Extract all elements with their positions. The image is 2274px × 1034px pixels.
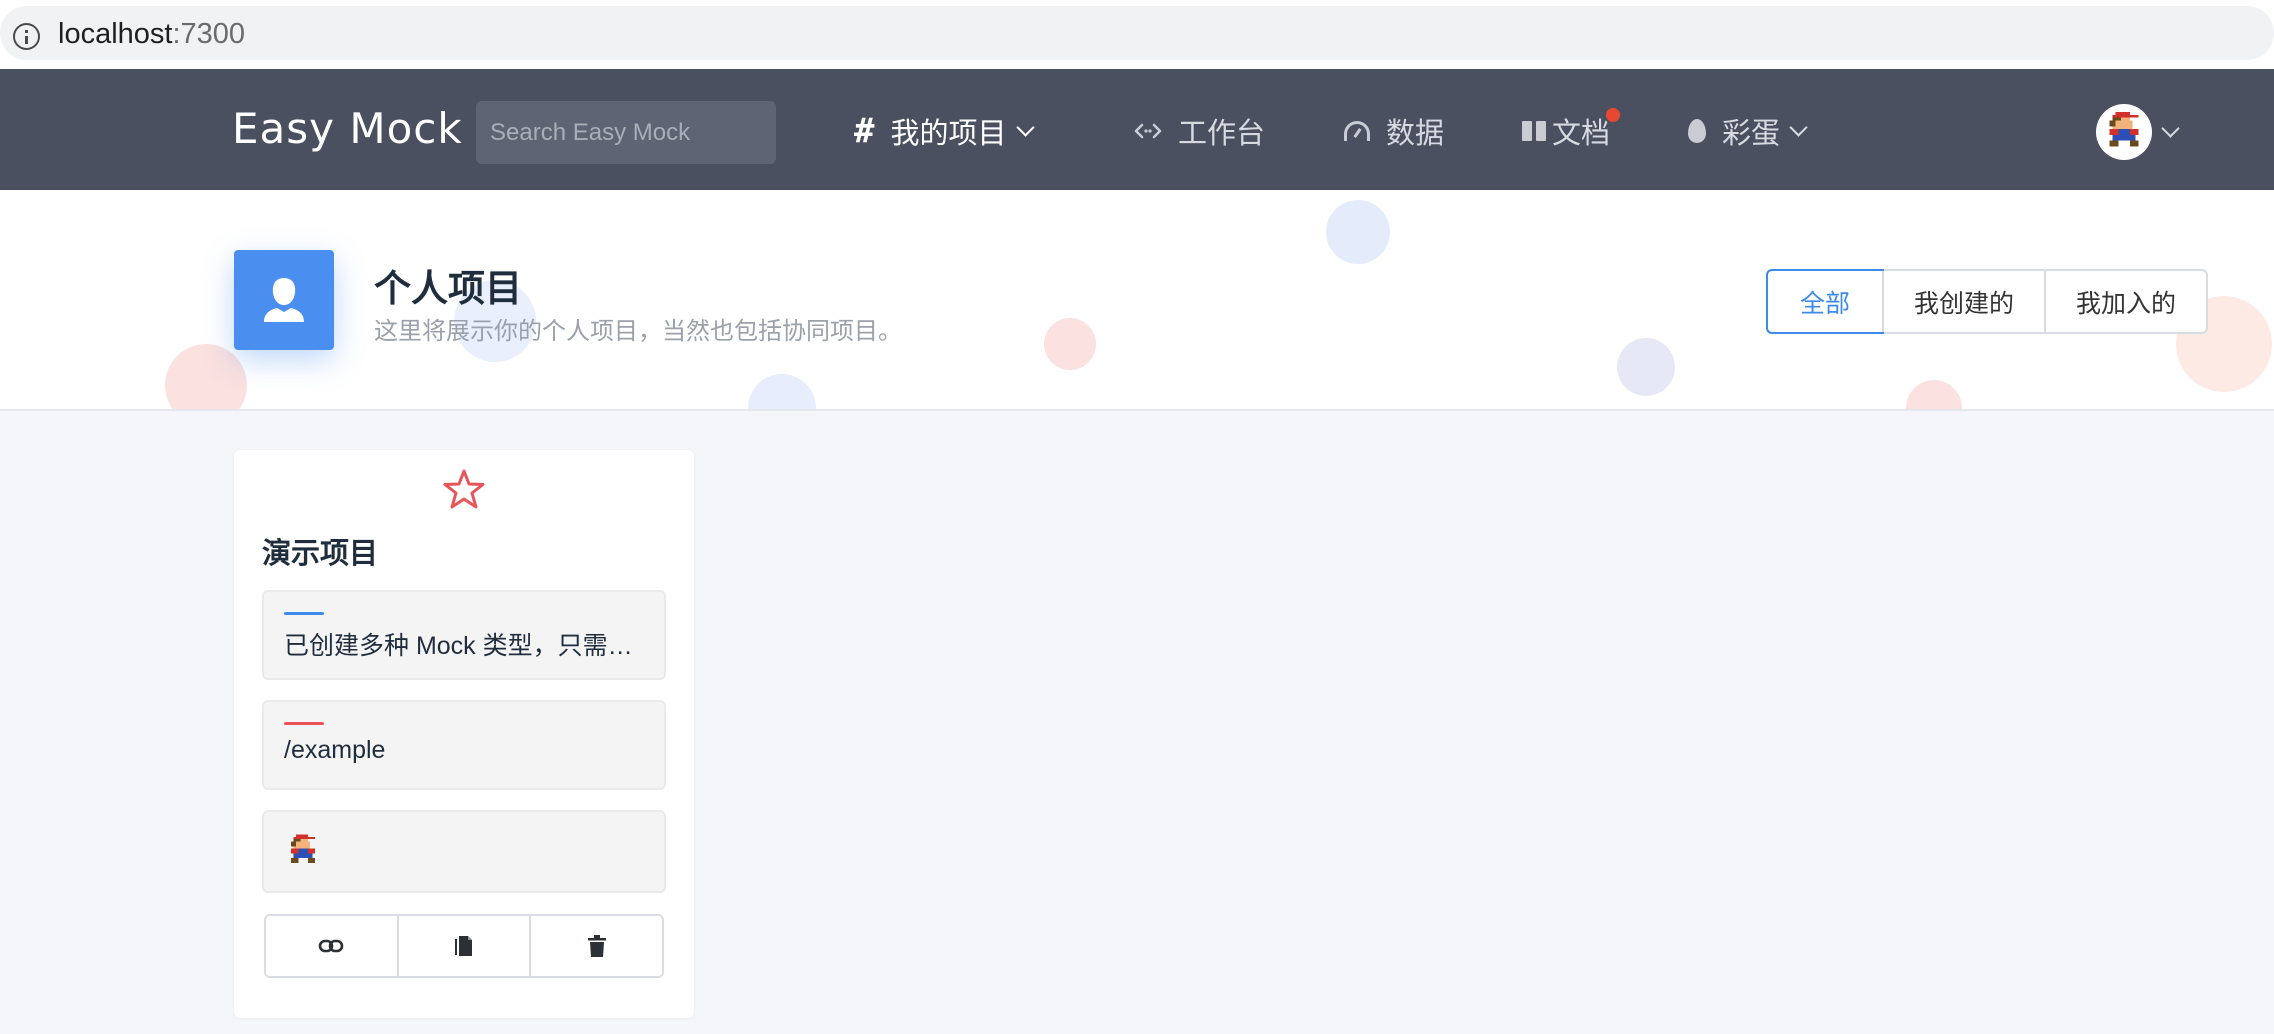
url-text[interactable]: localhost:7300: [58, 18, 245, 51]
chevron-down-icon: [2161, 118, 2180, 138]
chevron-down-icon: [1789, 117, 1808, 137]
trash-icon: [587, 935, 606, 957]
copy-link-button[interactable]: [266, 916, 397, 976]
page-title: 个人项目: [374, 268, 522, 309]
browser-url-bar: localhost:7300: [0, 0, 2274, 69]
nav-label: 工作台: [1178, 118, 1266, 150]
decor-bubble: [1044, 318, 1096, 370]
nav-label: 文档: [1552, 118, 1611, 150]
decor-bubble: [1617, 338, 1675, 396]
project-url-box: /example: [262, 700, 666, 790]
delete-project-button[interactable]: [529, 916, 662, 976]
decor-bubble: [165, 344, 247, 409]
code-icon: [1134, 121, 1162, 141]
user-menu[interactable]: [2096, 104, 2180, 160]
hash-icon: #: [854, 111, 875, 151]
address-field[interactable]: localhost:7300: [0, 6, 2274, 60]
member-avatar[interactable]: [284, 832, 322, 870]
nav-data[interactable]: 数据: [1344, 109, 1444, 153]
project-card[interactable]: 演示项目 已创建多种 Mock 类型，只需点击预览便可查看效果 /example: [234, 450, 694, 1018]
top-navbar: Easy Mock # 我的项目 工作台 数据 文档 彩蛋: [0, 69, 2274, 190]
url-port: :7300: [172, 18, 246, 50]
project-description: 已创建多种 Mock 类型，只需点击预览便可查看效果: [284, 632, 654, 660]
nav-easter-egg[interactable]: 彩蛋: [1688, 109, 1808, 153]
nav-docs[interactable]: 文档: [1522, 106, 1623, 153]
notification-dot: [1604, 106, 1623, 124]
user-icon: [264, 278, 304, 322]
project-filter-group: 全部 我创建的 我加入的: [1766, 269, 2209, 334]
avatar: [2096, 104, 2152, 160]
dashboard-icon: [1344, 121, 1370, 141]
project-base-url: /example: [284, 736, 386, 764]
filter-all-button[interactable]: 全部: [1766, 269, 1885, 334]
filter-created-button[interactable]: 我创建的: [1882, 271, 2044, 332]
personal-project-icon-box: [234, 250, 334, 350]
page-subtitle: 这里将展示你的个人项目，当然也包括协同项目。: [374, 318, 902, 345]
decor-bubble: [1906, 380, 1962, 409]
accent-line: [284, 612, 324, 615]
nav-label: 我的项目: [890, 118, 1007, 150]
nav-my-projects[interactable]: # 我的项目: [854, 109, 1035, 153]
nav-docs-label-wrap: 文档: [1552, 106, 1623, 152]
copy-icon: [455, 936, 472, 956]
project-description-box: 已创建多种 Mock 类型，只需点击预览便可查看效果: [262, 590, 666, 680]
link-icon: [319, 939, 344, 953]
search-input[interactable]: [476, 101, 776, 164]
nav-label: 数据: [1386, 118, 1445, 150]
project-members-box: [262, 810, 666, 893]
egg-icon: [1688, 119, 1706, 143]
book-icon: [1522, 121, 1546, 141]
url-host: localhost: [58, 18, 173, 50]
info-icon[interactable]: [13, 23, 40, 50]
nav-workbench[interactable]: 工作台: [1134, 109, 1265, 153]
nav-label: 彩蛋: [1722, 118, 1781, 150]
project-title[interactable]: 演示项目: [262, 530, 378, 572]
page-header: 个人项目 这里将展示你的个人项目，当然也包括协同项目。 全部 我创建的 我加入的: [0, 190, 2274, 411]
decor-bubble: [748, 374, 816, 409]
app-logo[interactable]: Easy Mock: [232, 104, 463, 153]
star-icon[interactable]: [442, 467, 486, 511]
decor-bubble: [1326, 200, 1390, 264]
project-actions: [264, 914, 664, 978]
chevron-down-icon: [1015, 117, 1035, 137]
filter-joined-button[interactable]: 我加入的: [2044, 271, 2206, 332]
clone-project-button[interactable]: [396, 916, 530, 976]
accent-line: [284, 722, 324, 725]
